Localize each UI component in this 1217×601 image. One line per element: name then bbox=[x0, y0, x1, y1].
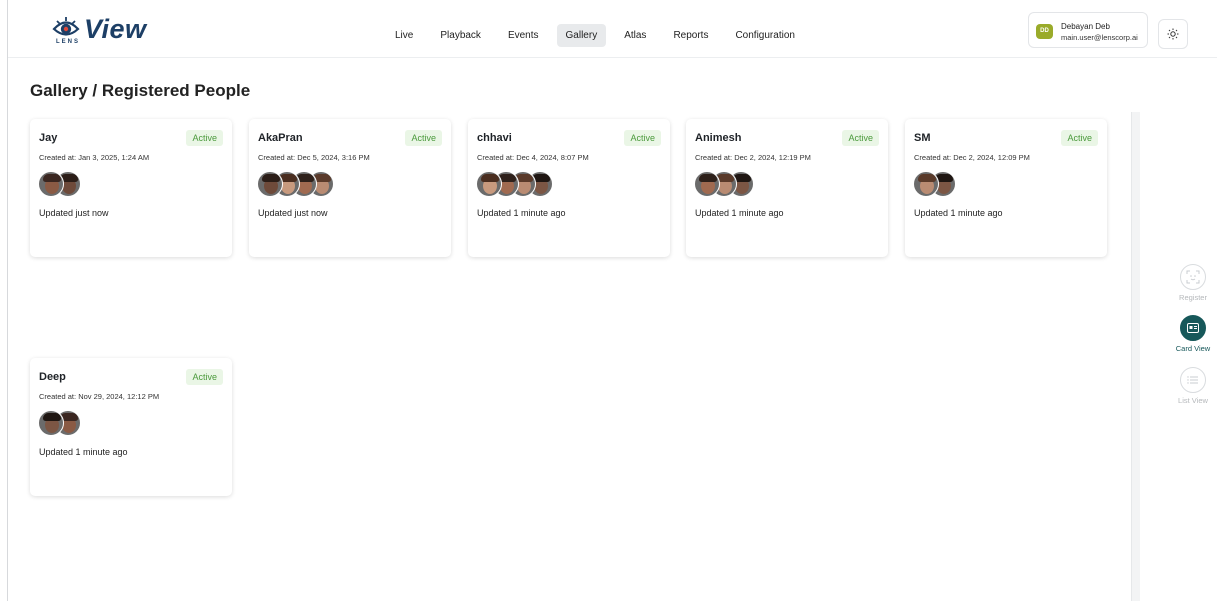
status-badge: Active bbox=[186, 369, 223, 385]
person-card[interactable]: Jay Active Created at: Jan 3, 2025, 1:24 A… bbox=[30, 119, 232, 257]
list-view-tool[interactable]: List View bbox=[1172, 367, 1214, 405]
card-view-label: Card View bbox=[1175, 344, 1211, 353]
list-view-icon bbox=[1180, 367, 1206, 393]
face-thumbnail[interactable] bbox=[694, 171, 720, 197]
person-name: AkaPran bbox=[258, 132, 303, 144]
user-avatar: DD bbox=[1036, 24, 1053, 39]
window-edge bbox=[7, 0, 8, 601]
created-at: Created at: Nov 29, 2024, 12:12 PM bbox=[39, 392, 160, 401]
person-name: Deep bbox=[39, 371, 66, 383]
status-badge: Active bbox=[186, 130, 223, 146]
person-name: chhavi bbox=[477, 132, 512, 144]
status-badge: Active bbox=[1061, 130, 1098, 146]
brand-sub: LENS bbox=[56, 39, 81, 45]
updated-at: Updated just now bbox=[39, 208, 109, 218]
brand-name: View bbox=[84, 14, 147, 44]
user-menu[interactable]: DD Debayan Deb main.user@lenscorp.ai bbox=[1028, 12, 1148, 48]
list-view-label: List View bbox=[1178, 396, 1208, 405]
face-thumbnail[interactable] bbox=[38, 410, 64, 436]
status-badge: Active bbox=[624, 130, 661, 146]
updated-at: Updated just now bbox=[258, 208, 328, 218]
main-nav: Live Playback Events Gallery Atlas Repor… bbox=[386, 22, 813, 48]
created-at: Created at: Dec 5, 2024, 3:16 PM bbox=[258, 153, 370, 162]
status-badge: Active bbox=[405, 130, 442, 146]
face-photos bbox=[257, 171, 334, 199]
face-photos bbox=[38, 410, 81, 438]
face-photos bbox=[694, 171, 754, 199]
created-at: Created at: Dec 2, 2024, 12:09 PM bbox=[914, 153, 1030, 162]
face-photos bbox=[38, 171, 81, 199]
eye-logo-icon bbox=[52, 17, 80, 36]
face-thumbnail[interactable] bbox=[257, 171, 283, 197]
updated-at: Updated 1 minute ago bbox=[477, 208, 566, 218]
register-tool[interactable]: Register bbox=[1172, 264, 1214, 302]
nav-events[interactable]: Events bbox=[499, 24, 548, 47]
person-card[interactable]: chhavi Active Created at: Dec 4, 2024, 8:0… bbox=[468, 119, 670, 257]
face-scan-icon bbox=[1180, 264, 1206, 290]
created-at: Created at: Jan 3, 2025, 1:24 AM bbox=[39, 153, 150, 162]
person-card[interactable]: Animesh Active Created at: Dec 2, 2024, 12… bbox=[686, 119, 888, 257]
sun-icon bbox=[1167, 28, 1179, 40]
updated-at: Updated 1 minute ago bbox=[39, 447, 128, 457]
scrollbar-track[interactable] bbox=[1131, 112, 1140, 601]
face-thumbnail[interactable] bbox=[913, 171, 939, 197]
updated-at: Updated 1 minute ago bbox=[914, 208, 1003, 218]
nav-reports[interactable]: Reports bbox=[664, 24, 717, 47]
status-badge: Active bbox=[842, 130, 879, 146]
card-view-tool[interactable]: Card View bbox=[1172, 315, 1214, 353]
face-thumbnail[interactable] bbox=[476, 171, 502, 197]
register-label: Register bbox=[1179, 293, 1207, 302]
face-thumbnail[interactable] bbox=[38, 171, 64, 197]
updated-at: Updated 1 minute ago bbox=[695, 208, 784, 218]
brand-logo[interactable]: View LENS bbox=[52, 14, 162, 50]
created-at: Created at: Dec 2, 2024, 12:19 PM bbox=[695, 153, 811, 162]
nav-gallery[interactable]: Gallery bbox=[556, 23, 607, 47]
top-header: View LENS Live Playback Events Gallery A… bbox=[8, 0, 1217, 58]
nav-live[interactable]: Live bbox=[386, 24, 422, 47]
person-card[interactable]: SM Active Created at: Dec 2, 2024, 12:09 P… bbox=[905, 119, 1107, 257]
person-name: Animesh bbox=[695, 132, 742, 144]
person-name: Jay bbox=[39, 132, 58, 144]
theme-toggle-button[interactable] bbox=[1158, 19, 1188, 49]
face-photos bbox=[476, 171, 553, 199]
person-card[interactable]: AkaPran Active Created at: Dec 5, 2024, 3:… bbox=[249, 119, 451, 257]
page-title: Gallery / Registered People bbox=[30, 81, 251, 100]
user-name: Debayan Deb bbox=[1061, 22, 1110, 31]
gallery-page: View LENS Live Playback Events Gallery A… bbox=[0, 0, 1217, 601]
person-card[interactable]: Deep Active Created at: Nov 29, 2024, 12:1… bbox=[30, 358, 232, 496]
card-view-icon bbox=[1180, 315, 1206, 341]
nav-configuration[interactable]: Configuration bbox=[726, 24, 803, 47]
created-at: Created at: Dec 4, 2024, 8:07 PM bbox=[477, 153, 589, 162]
person-name: SM bbox=[914, 132, 931, 144]
face-photos bbox=[913, 171, 956, 199]
nav-atlas[interactable]: Atlas bbox=[615, 24, 655, 47]
user-email: main.user@lenscorp.ai bbox=[1061, 33, 1138, 42]
nav-playback[interactable]: Playback bbox=[431, 24, 490, 47]
